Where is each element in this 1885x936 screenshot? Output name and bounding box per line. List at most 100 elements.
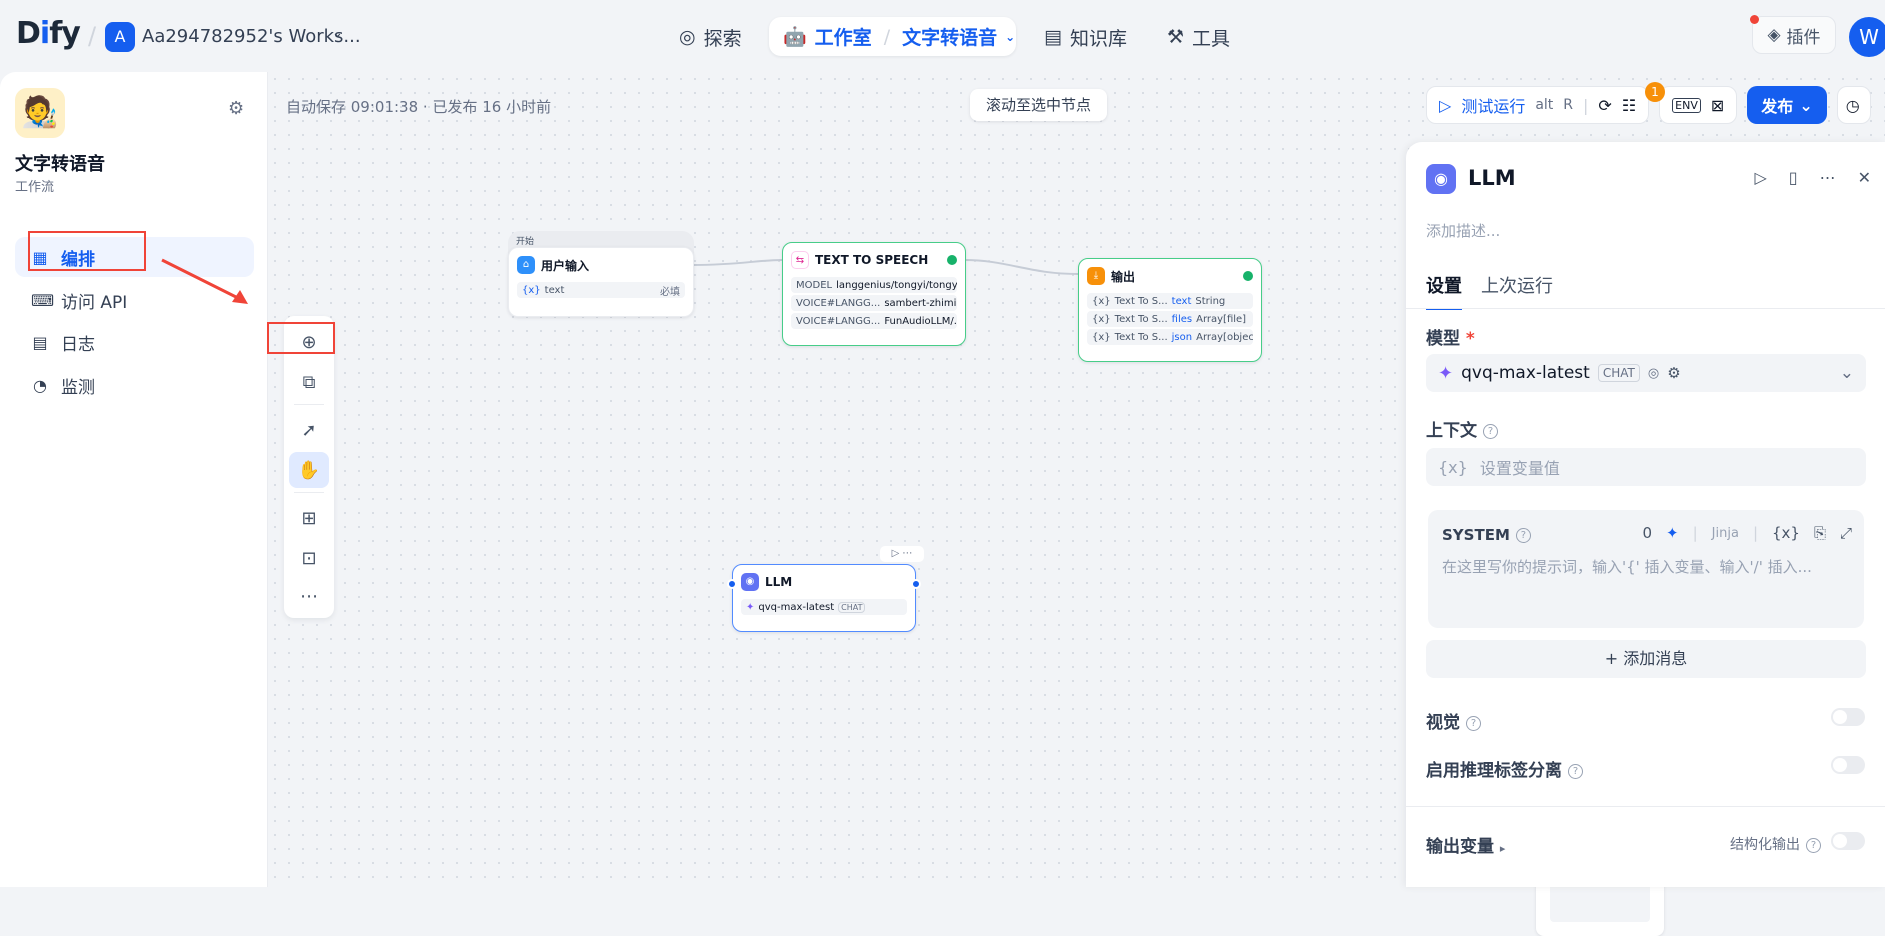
context-variable-input[interactable]: {x} 设置变量值: [1426, 448, 1866, 486]
env-icon[interactable]: ENV: [1672, 97, 1701, 113]
divider: /: [88, 22, 97, 50]
document-icon: ▤: [32, 332, 48, 352]
home-icon: ⌂: [517, 256, 535, 274]
node-quick-actions[interactable]: ▷ ⋯: [880, 546, 924, 562]
expand-icon[interactable]: ⤢: [1840, 524, 1852, 542]
settings-sliders-icon[interactable]: ⚙: [228, 98, 244, 119]
system-prompt-placeholder[interactable]: 在这里写你的提示词，输入'{' 插入变量、输入'/' 插入...: [1442, 556, 1852, 577]
publish-button[interactable]: 发布 ⌄: [1747, 86, 1827, 124]
conversation-vars-icon[interactable]: ⊠: [1711, 96, 1724, 115]
output-vars-toggle[interactable]: 输出变量 ▸: [1426, 832, 1505, 857]
nav-tools[interactable]: ⚒ 工具: [1167, 22, 1230, 52]
chevron-down-icon[interactable]: ⌄: [332, 26, 343, 41]
workspace-avatar[interactable]: A: [105, 22, 135, 52]
vision-toggle[interactable]: [1831, 708, 1865, 726]
success-icon: [1243, 271, 1253, 281]
test-run-button[interactable]: ▷ 测试运行 alt R | ⟳ ☷: [1426, 86, 1650, 124]
help-icon: ?: [1483, 423, 1498, 439]
divider: [1406, 806, 1885, 807]
chevron-down-icon: ⌄: [1839, 363, 1854, 383]
context-label: 上下文?: [1426, 416, 1498, 441]
output-row: {x} Text To S... files Array[file]: [1087, 311, 1253, 327]
char-count: 0: [1642, 524, 1653, 542]
app-type: 工作流: [15, 180, 55, 195]
more-icon[interactable]: ⋯: [289, 578, 329, 614]
checklist-icon[interactable]: ☷: [1622, 96, 1636, 115]
jinja-toggle[interactable]: Jinja: [1712, 526, 1739, 541]
cube-icon: ◈: [1767, 25, 1781, 45]
help-icon: ?: [1568, 763, 1583, 779]
dify-logo[interactable]: Dify: [16, 16, 81, 51]
tts-node[interactable]: ⇆ TEXT TO SPEECH MODEL langgenius/tongyi/…: [782, 242, 966, 346]
llm-node[interactable]: ◉ LLM ✦ qvq-max-latest CHAT: [732, 564, 916, 632]
description-input[interactable]: 添加描述...: [1426, 220, 1500, 241]
hammer-icon: ⚒: [1167, 26, 1185, 48]
annotation-highlight: [28, 231, 146, 271]
output-row: {x} Text To S... text String: [1087, 293, 1253, 309]
llm-model-row: ✦ qvq-max-latest CHAT: [741, 599, 907, 615]
tab-last-run[interactable]: 上次运行: [1481, 272, 1553, 298]
reasoning-label: 启用推理标签分离?: [1426, 756, 1583, 781]
notification-dot: [1750, 15, 1759, 24]
terminal-icon: ⌨: [31, 290, 55, 310]
output-row: {x}Text To S...jsonArray[object]: [1087, 329, 1253, 345]
structured-output-toggle[interactable]: [1831, 832, 1865, 850]
top-bar: Dify / A Aa294782952's Works... ⌄ ◎ 探索 🤖…: [0, 0, 1885, 72]
divider: /: [883, 25, 891, 48]
chevron-down-icon[interactable]: ⌄: [1005, 30, 1015, 44]
structured-output-label: 结构化输出?: [1730, 834, 1821, 854]
variable-icon[interactable]: {x}: [1772, 524, 1800, 542]
node-output-handle[interactable]: [911, 579, 921, 589]
tts-row: VOICE#LANGG...sambert-zhimin...: [791, 295, 957, 311]
sidebar-item-logs[interactable]: ▤ 日志: [15, 322, 254, 362]
checklist-badge: 1: [1645, 82, 1665, 102]
llm-icon: ◉: [1426, 164, 1456, 194]
book-icon: ▤: [1044, 26, 1062, 48]
add-message-button[interactable]: + 添加消息: [1426, 640, 1866, 678]
version-history-button[interactable]: ◷: [1836, 86, 1871, 124]
gauge-icon: ◔: [33, 375, 47, 395]
success-icon: [947, 255, 957, 265]
close-icon[interactable]: ✕: [1858, 168, 1871, 187]
model-selector[interactable]: ✦ qvq-max-latest CHAT ◎ ⚙ ⌄: [1426, 354, 1866, 392]
reasoning-toggle[interactable]: [1831, 756, 1865, 774]
play-icon[interactable]: ▷: [1754, 168, 1766, 187]
sparkle-icon[interactable]: ✦: [1666, 524, 1679, 542]
node-input-handle[interactable]: [727, 579, 737, 589]
play-icon: ▷: [1439, 95, 1452, 115]
start-group-label: 开始: [516, 237, 535, 247]
nav-explore[interactable]: ◎ 探索: [679, 22, 742, 52]
vision-label: 视觉?: [1426, 708, 1481, 733]
sidebar-item-monitor[interactable]: ◔ 监测: [15, 365, 254, 405]
divider: [1406, 308, 1885, 309]
compass-icon: ◎: [679, 26, 696, 48]
help-icon: ?: [1515, 528, 1531, 543]
env-tools: ENV ⊠: [1659, 86, 1738, 124]
system-label: SYSTEM?: [1442, 526, 1531, 544]
app-title: 文字转语音: [15, 154, 105, 175]
robot-icon: 🤖: [783, 26, 807, 48]
current-app-name[interactable]: 文字转语音: [902, 23, 997, 50]
output-node[interactable]: ⤓ 输出 {x} Text To S... text String {x} Text T…: [1078, 258, 1262, 362]
panel-title: LLM: [1468, 166, 1516, 190]
tab-settings[interactable]: 设置: [1426, 272, 1462, 310]
system-prompt-editor[interactable]: SYSTEM? 0 ✦ | Jinja | {x} ⎘ ⤢ 在这里写你的提示词，…: [1428, 510, 1864, 628]
user-avatar[interactable]: W: [1849, 17, 1885, 57]
app-icon[interactable]: 🧑‍🎨: [15, 88, 65, 138]
llm-icon: ◉: [741, 573, 759, 591]
nav-knowledge[interactable]: ▤ 知识库: [1044, 22, 1127, 52]
start-node[interactable]: ⌂ 用户输入 {x} text 必填: [508, 247, 694, 317]
book-open-icon[interactable]: ▯: [1789, 168, 1798, 187]
plugins-button[interactable]: ◈ 插件: [1752, 16, 1836, 54]
params-sliders-icon[interactable]: ⚙: [1667, 364, 1680, 382]
clock-icon: ◷: [1845, 95, 1860, 115]
nav-studio[interactable]: 🤖 工作室 / 文字转语音 ⌄: [769, 17, 1016, 56]
variable-icon: {x}: [522, 284, 541, 296]
workspace-name[interactable]: Aa294782952's Works...: [142, 26, 361, 47]
annotation-highlight: [267, 322, 335, 354]
history-icon[interactable]: ⟳: [1598, 96, 1611, 115]
model-label: 模型 *: [1426, 329, 1475, 349]
clipboard-icon[interactable]: ⎘: [1814, 524, 1826, 542]
app-sidebar: 🧑‍🎨 ⚙ 文字转语音 工作流 ▦ 编排 ⌨ 访问 API ▤ 日志 ◔ 监测: [0, 72, 268, 887]
more-icon[interactable]: ⋯: [1820, 168, 1836, 187]
